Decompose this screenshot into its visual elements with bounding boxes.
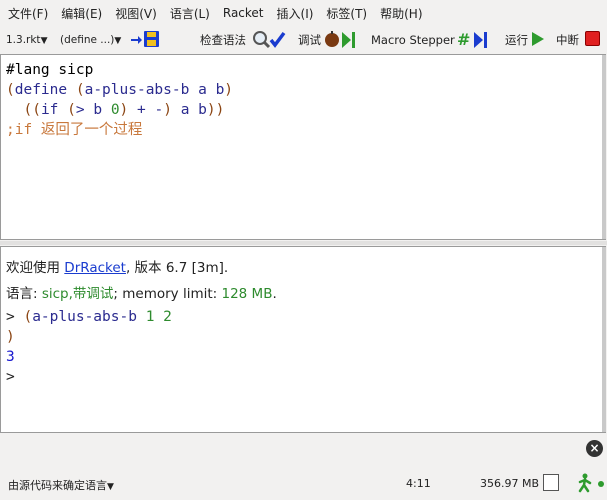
welcome-prefix: 欢迎使用: [6, 260, 65, 276]
file-selector[interactable]: 1.3.rkt▼: [6, 34, 47, 46]
status-bar: 由源代码来确定语言▼ 4:11 356.97 MB: [0, 470, 607, 498]
debug-icon[interactable]: [324, 30, 360, 52]
code-line-body: ((if (> b 0) + -) a b)): [23, 102, 225, 118]
save-icon: [131, 31, 159, 47]
check-syntax-icon[interactable]: [252, 30, 286, 52]
menu-help[interactable]: 帮助(H): [380, 5, 422, 22]
run-label: 运行: [505, 33, 528, 47]
check-syntax-button[interactable]: 检查语法: [200, 32, 246, 48]
repl-input: > (a-plus-abs-b 1 2 ): [6, 309, 172, 345]
lang-line: #lang sicp: [6, 62, 94, 78]
chevron-down-icon: ▼: [107, 482, 114, 492]
interactions-pane[interactable]: 欢迎使用 DrRacket, 版本 6.7 [3m]. 语言: sicp,带调试…: [0, 246, 606, 433]
check-syntax-label: 检查语法: [200, 33, 246, 47]
define-selector-label: (define ...): [60, 34, 115, 46]
stop-label: 中断: [556, 33, 579, 47]
run-icon[interactable]: [531, 31, 545, 50]
repl-prompt-current[interactable]: >: [6, 369, 15, 385]
menu-file[interactable]: 文件(F): [8, 5, 48, 22]
stop-icon[interactable]: [585, 31, 600, 46]
language-value: sicp,带调试: [41, 286, 114, 302]
running-person-icon: [575, 473, 595, 496]
svg-text:#: #: [457, 30, 470, 49]
menu-language[interactable]: 语言(L): [170, 5, 210, 22]
definitions-scrollbar[interactable]: [602, 55, 606, 239]
pane-divider[interactable]: [0, 241, 607, 245]
file-selector-label: 1.3.rkt: [6, 34, 41, 46]
interactions-scrollbar[interactable]: [602, 247, 606, 432]
gc-indicator: [543, 474, 559, 491]
welcome-line: 欢迎使用 DrRacket, 版本 6.7 [3m].: [6, 255, 277, 281]
code-line-define: (define (a-plus-abs-b a b): [6, 82, 234, 98]
debug-button[interactable]: 调试: [298, 32, 321, 48]
menu-tabs[interactable]: 标签(T): [326, 5, 367, 22]
run-button[interactable]: 运行: [505, 32, 528, 48]
menu-racket[interactable]: Racket: [223, 6, 264, 20]
definitions-code[interactable]: #lang sicp (define (a-plus-abs-b a b) ((…: [6, 60, 233, 140]
repl-prompt: >: [6, 309, 15, 325]
language-selector[interactable]: 由源代码来确定语言▼: [8, 477, 114, 493]
toolbar: 1.3.rkt▼ (define ...)▼ 检查语法 调试 Macro Ste…: [0, 27, 607, 53]
language-label: 语言:: [6, 286, 42, 302]
memory-usage: 356.97 MB: [480, 477, 540, 490]
welcome-suffix: , 版本 6.7 [3m].: [125, 260, 229, 276]
activity-indicator: [598, 481, 604, 487]
cursor-position: 4:11: [406, 477, 431, 490]
repl-result: 3: [6, 349, 15, 365]
drracket-link[interactable]: DrRacket: [64, 260, 126, 276]
menu-edit[interactable]: 编辑(E): [61, 5, 102, 22]
menu-insert[interactable]: 插入(I): [277, 5, 314, 22]
define-selector[interactable]: (define ...)▼: [60, 34, 121, 46]
code-comment: ;if 返回了一个过程: [6, 122, 143, 138]
stop-button[interactable]: 中断: [556, 32, 579, 48]
memory-end: .: [272, 286, 277, 302]
memory-value: 128 MB: [221, 286, 273, 302]
memory-label: ; memory limit:: [113, 286, 222, 302]
repl-history: > (a-plus-abs-b 1 2 ) 3 >: [6, 307, 277, 387]
interactions-content[interactable]: 欢迎使用 DrRacket, 版本 6.7 [3m]. 语言: sicp,带调试…: [6, 255, 277, 387]
macro-stepper-icon[interactable]: #: [457, 30, 493, 52]
save-button[interactable]: [130, 30, 160, 51]
debug-label: 调试: [298, 33, 321, 47]
definitions-pane[interactable]: #lang sicp (define (a-plus-abs-b a b) ((…: [0, 54, 606, 240]
macro-stepper-button[interactable]: Macro Stepper: [371, 33, 455, 47]
chevron-down-icon: ▼: [114, 36, 122, 46]
menu-bar: 文件(F) 编辑(E) 视图(V) 语言(L) Racket 插入(I) 标签(…: [0, 0, 607, 26]
language-selector-label: 由源代码来确定语言: [8, 479, 107, 492]
close-icon[interactable]: ×: [586, 440, 603, 457]
macro-stepper-label: Macro Stepper: [371, 33, 455, 47]
menu-view[interactable]: 视图(V): [115, 5, 157, 22]
chevron-down-icon: ▼: [40, 36, 48, 46]
language-line: 语言: sicp,带调试; memory limit: 128 MB.: [6, 281, 277, 307]
